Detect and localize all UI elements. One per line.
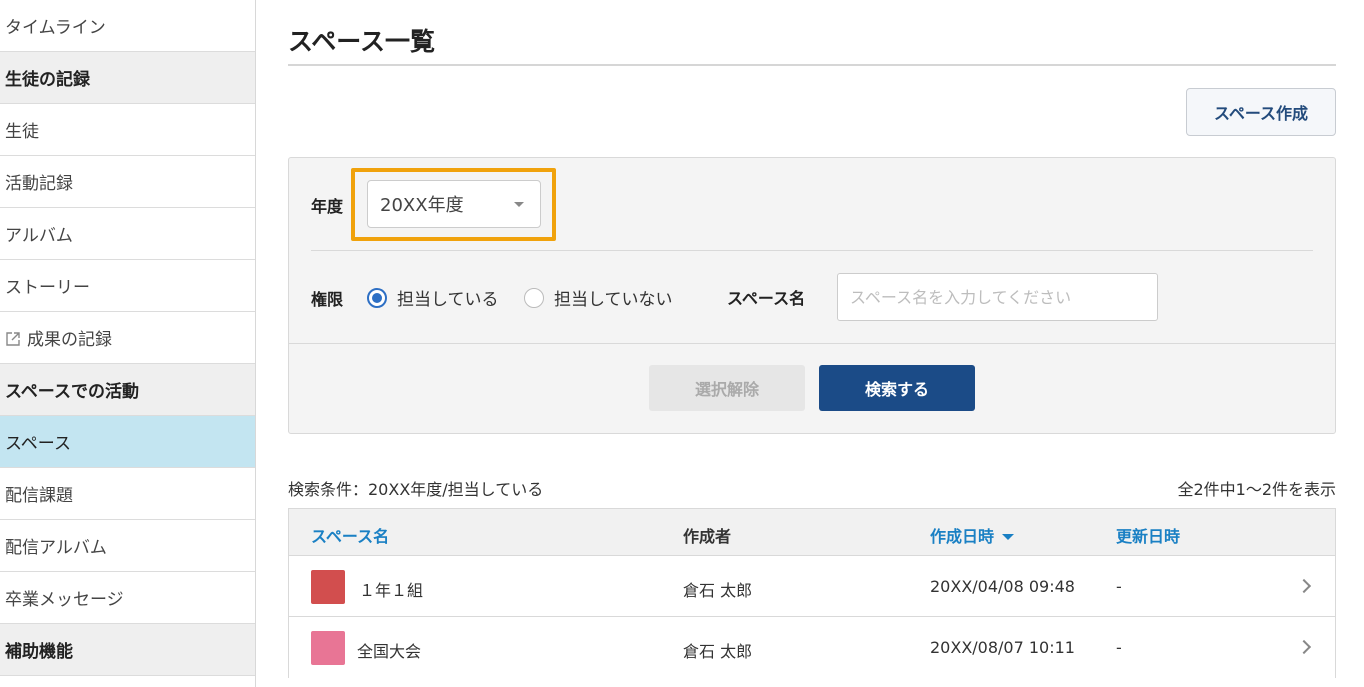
sidebar-item-label: ストーリー bbox=[5, 278, 90, 298]
space-author: 倉石 太郎 bbox=[683, 581, 753, 600]
table-header: スペース名 作成者 作成日時 更新日時 bbox=[289, 509, 1335, 556]
sidebar-section-label: 補助機能 bbox=[5, 642, 73, 662]
permission-label: 権限 bbox=[311, 290, 344, 309]
sidebar-item-distributed-album[interactable]: 配信アルバム bbox=[0, 520, 255, 572]
sidebar-section-label: 生徒の記録 bbox=[5, 70, 90, 90]
panel-footer-divider bbox=[289, 343, 1335, 344]
title-divider bbox=[288, 64, 1336, 66]
radio-unchecked-icon[interactable] bbox=[524, 287, 544, 308]
sort-desc-icon bbox=[1002, 534, 1015, 540]
space-updated: - bbox=[1116, 638, 1122, 657]
column-header-author: 作成者 bbox=[683, 527, 732, 546]
search-panel: 年度 20XX年度 権限 担当している 担当していない スペース名 選択解除 検… bbox=[288, 157, 1336, 434]
sidebar-item-achievement-records[interactable]: 成果の記録 bbox=[0, 312, 255, 364]
space-name-label: スペース名 bbox=[727, 289, 806, 308]
space-name: １年１組 bbox=[359, 581, 424, 600]
radio-assigned-label: 担当している bbox=[397, 290, 499, 310]
sidebar-item-timeline[interactable]: タイムライン bbox=[0, 0, 255, 52]
external-link-icon bbox=[5, 331, 21, 347]
search-button[interactable]: 検索する bbox=[819, 365, 975, 411]
sidebar-section-auxiliary: 補助機能 bbox=[0, 624, 255, 676]
spaces-table: スペース名 作成者 作成日時 更新日時 １年１組 倉石 太郎 20XX/04/0… bbox=[288, 508, 1336, 678]
result-count: 全2件中1～2件を表示 bbox=[1177, 480, 1336, 499]
search-condition: 検索条件：20XX年度/担当している bbox=[288, 480, 544, 499]
sidebar-item-label: 活動記録 bbox=[5, 174, 73, 194]
sidebar-item-students[interactable]: 生徒 bbox=[0, 104, 255, 156]
panel-divider bbox=[311, 250, 1313, 251]
space-name: 全国大会 bbox=[357, 642, 422, 661]
column-header-updated[interactable]: 更新日時 bbox=[1116, 523, 1180, 547]
sidebar-item-story[interactable]: ストーリー bbox=[0, 260, 255, 312]
sidebar-item-assignments[interactable]: 配信課題 bbox=[0, 468, 255, 520]
space-name-input[interactable] bbox=[837, 273, 1158, 321]
sidebar-item-label: タイムライン bbox=[5, 18, 106, 38]
column-header-space-name[interactable]: スペース名 bbox=[311, 523, 389, 547]
sidebar-item-label: 配信課題 bbox=[5, 486, 73, 506]
sidebar-item-label: スペース bbox=[5, 434, 71, 454]
column-header-created[interactable]: 作成日時 bbox=[930, 523, 1015, 547]
year-select-value: 20XX年度 bbox=[380, 195, 464, 216]
sidebar-item-label: 卒業メッセージ bbox=[5, 590, 124, 610]
sidebar: タイムライン 生徒の記録 生徒 活動記録 アルバム ストーリー 成果の記録 スペ… bbox=[0, 0, 256, 687]
radio-checked-icon[interactable] bbox=[367, 287, 387, 308]
sidebar-section-student-records: 生徒の記録 bbox=[0, 52, 255, 104]
clear-selection-button[interactable]: 選択解除 bbox=[649, 365, 805, 411]
year-label: 年度 bbox=[311, 197, 344, 216]
column-header-created-label: 作成日時 bbox=[930, 527, 995, 546]
app-root: タイムライン 生徒の記録 生徒 活動記録 アルバム ストーリー 成果の記録 スペ… bbox=[0, 0, 1364, 687]
sidebar-item-label: 配信アルバム bbox=[5, 538, 107, 558]
caret-down-icon bbox=[514, 202, 524, 207]
space-updated: - bbox=[1116, 577, 1122, 596]
sidebar-item-label: 生徒 bbox=[5, 122, 39, 142]
radio-not-assigned-label: 担当していない bbox=[554, 290, 673, 310]
sidebar-item-label: 成果の記録 bbox=[27, 330, 112, 350]
radio-not-assigned[interactable]: 担当していない bbox=[524, 285, 673, 310]
space-author: 倉石 太郎 bbox=[683, 642, 753, 661]
page-title: スペース一覧 bbox=[288, 27, 436, 56]
space-color-swatch bbox=[311, 631, 345, 665]
sidebar-item-album[interactable]: アルバム bbox=[0, 208, 255, 260]
space-created: 20XX/04/08 09:48 bbox=[930, 577, 1075, 596]
sidebar-item-label: アルバム bbox=[5, 226, 73, 246]
space-color-swatch bbox=[311, 570, 345, 604]
create-space-button[interactable]: スペース作成 bbox=[1186, 88, 1336, 136]
sidebar-item-graduation-message[interactable]: 卒業メッセージ bbox=[0, 572, 255, 624]
space-created: 20XX/08/07 10:11 bbox=[930, 638, 1075, 657]
year-select[interactable]: 20XX年度 bbox=[367, 180, 541, 228]
sidebar-item-activity-records[interactable]: 活動記録 bbox=[0, 156, 255, 208]
sidebar-item-spaces[interactable]: スペース bbox=[0, 416, 255, 468]
sidebar-section-label: スペースでの活動 bbox=[5, 382, 139, 402]
table-row[interactable]: １年１組 倉石 太郎 20XX/04/08 09:48 - bbox=[289, 557, 1335, 617]
sidebar-section-space-activities: スペースでの活動 bbox=[0, 364, 255, 416]
chevron-right-icon[interactable] bbox=[1296, 578, 1312, 594]
table-row[interactable]: 全国大会 倉石 太郎 20XX/08/07 10:11 - bbox=[289, 618, 1335, 678]
radio-assigned[interactable]: 担当している bbox=[367, 285, 499, 310]
chevron-right-icon[interactable] bbox=[1296, 639, 1312, 655]
